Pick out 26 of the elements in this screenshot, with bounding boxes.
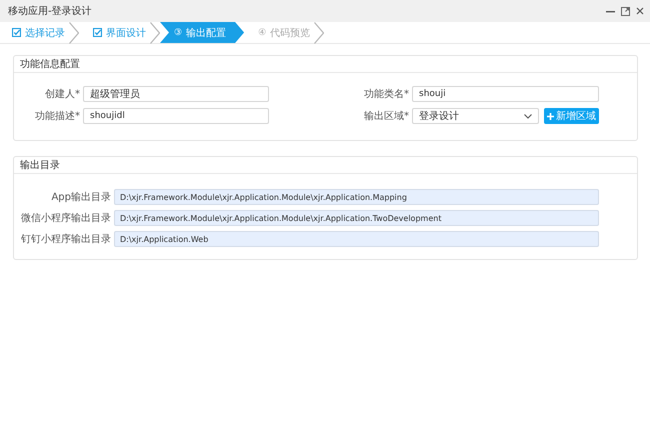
path-field[interactable]: D:\xjr.Framework.Module\xjr.Application.Module\xjr.Application.Mapping <box>114 189 599 205</box>
field-label: 钉钉小程序输出目录 <box>20 232 111 246</box>
field-label: App输出目录 <box>50 190 111 204</box>
input-field[interactable]: shouji <box>412 86 599 102</box>
input-field[interactable]: 超级管理员 <box>83 86 269 102</box>
close-icon[interactable] <box>636 7 644 15</box>
field-label: 功能类名* <box>363 88 409 101</box>
field-label: 功能描述* <box>34 110 80 123</box>
step-separator-icon <box>150 22 160 44</box>
panel-title: 功能信息配置 <box>20 58 80 71</box>
field-label: 输出区域* <box>363 110 409 123</box>
path-field[interactable]: D:\xjr.Application.Web <box>114 231 599 247</box>
window-title: 移动应用-登录设计 <box>8 4 92 18</box>
panel-title: 输出目录 <box>20 158 60 172</box>
field-label: 微信小程序输出目录 <box>20 212 111 225</box>
step-separator-icon <box>69 22 79 44</box>
plus-icon <box>546 112 554 120</box>
step-separator-icon <box>314 22 324 44</box>
maximize-icon[interactable] <box>621 6 630 16</box>
field-label: 创建人* <box>44 88 80 101</box>
checkbox-icon <box>93 28 102 37</box>
path-field[interactable]: D:\xjr.Framework.Module\xjr.Application.Module\xjr.Application.TwoDevelopment <box>114 210 599 226</box>
input-field[interactable]: shoujidl <box>83 108 269 124</box>
select-field[interactable]: 登录设计 <box>412 108 539 124</box>
checkbox-icon <box>12 28 21 37</box>
chevron-down-icon <box>524 114 532 118</box>
